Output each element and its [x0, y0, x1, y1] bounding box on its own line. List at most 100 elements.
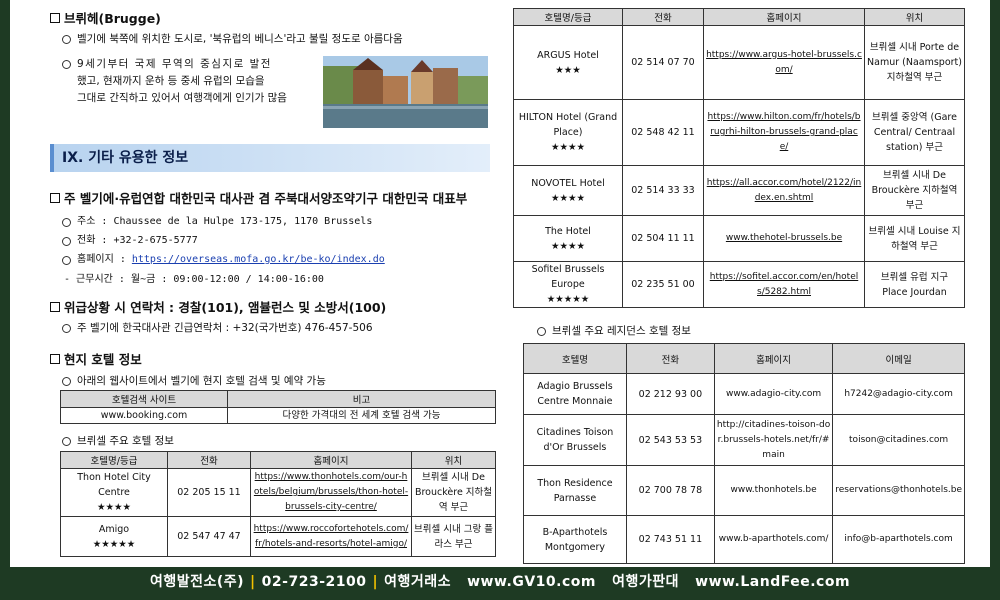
footer-site2-link[interactable]: www.LandFee.com	[695, 574, 850, 590]
emergency-heading: 위급상황 시 연락처 : 경찰(101), 앰뷸런스 및 소방서(100)	[50, 297, 386, 316]
residence-name: B-Aparthotels Montgomery	[523, 515, 627, 564]
search-note-cell: 다양한 가격대의 전 세계 호텔 검색 가능	[227, 407, 496, 424]
hotel-location: 브뤼셀 시내 그랑 플라스 부근	[411, 516, 496, 557]
embassy-heading: 주 벨기에·유럽연합 대한민국 대사관 겸 주북대서양조약기구 대한민국 대표부	[50, 188, 467, 207]
hotel-name: NOVOTEL Hotel	[531, 177, 605, 189]
hotel-homepage-link[interactable]: https://www.argus-hotel-brussels.com/	[706, 50, 862, 75]
col-header-phone: 전화	[167, 451, 251, 469]
residence-email[interactable]: reservations@thonhotels.be	[832, 465, 965, 516]
hotel-homepage-link[interactable]: https://sofitel.accor.com/en/hotels/5282…	[710, 272, 859, 297]
hotel-homepage-link[interactable]: https://www.thonhotels.com/our-hotels/be…	[254, 472, 408, 512]
table-row: Thon Residence Parnasse 02 700 78 78 www…	[523, 465, 965, 516]
table-row: ARGUS Hotel ★★★ 02 514 07 70 https://www.…	[513, 25, 965, 100]
residence-hotels-label: 브뤼셀 주요 레지던스 호텔 정보	[537, 323, 691, 339]
residence-homepage[interactable]: www.thonhotels.be	[713, 465, 834, 516]
residence-name: Citadines Toison d'Or Brussels	[523, 414, 627, 466]
hotel-name: Thon Hotel City Centre	[77, 472, 151, 498]
hotel-location: 브뤼셀 중앙역 (Gare Central/ Centraal station)…	[864, 99, 965, 166]
hotel-stars: ★★★	[555, 64, 581, 76]
bullet-circle-icon	[62, 237, 71, 246]
footer-bar: 여행발전소(주) | 02-723-2100 | 여행거래소 www.GV10.com …	[0, 567, 1000, 600]
hotel-homepage-link[interactable]: https://www.hilton.com/fr/hotels/brugrhi…	[707, 112, 860, 152]
brugge-p2c-text: 그대로 간직하고 있어서 여행객에게 인기가 많음	[77, 92, 287, 104]
hotel-location: 브뤼셀 시내 Porte de Namur (Naamsport) 지하철역 부…	[864, 25, 965, 100]
document-page: 브뤼헤(Brugge) 벨기에 북쪽에 위치한 도시로, '북유럽의 베니스'라…	[10, 0, 990, 567]
col-header-homepage: 홈페이지	[713, 343, 834, 374]
col-header-name: 호텔명	[523, 343, 627, 374]
hotel-homepage-link[interactable]: www.thehotel-brussels.be	[726, 233, 842, 243]
hotel-name: Sofitel Brussels Europe	[531, 264, 605, 290]
search-table-header-site: 호텔검색 사이트	[60, 390, 228, 408]
hotel-phone: 02 514 33 33	[622, 165, 704, 216]
residence-hotels-label-text: 브뤼셀 주요 레지던스 호텔 정보	[552, 325, 691, 337]
hotel-phone: 02 205 15 11	[167, 468, 251, 517]
table-row: HILTON Hotel (Grand Place) ★★★★ 02 548 42…	[513, 99, 965, 166]
table-row: NOVOTEL Hotel ★★★★ 02 514 33 33 https://a…	[513, 165, 965, 216]
residence-homepage[interactable]: www.adagio-city.com	[713, 373, 834, 415]
brugge-p1-text: 벨기에 북쪽에 위치한 도시로, '북유럽의 베니스'라고 불릴 정도로 아름다…	[77, 33, 403, 45]
embassy-website-link[interactable]: https://overseas.mofa.go.kr/be-ko/index.…	[132, 254, 385, 265]
bullet-circle-icon	[62, 377, 71, 386]
embassy-address: 주소 : Chaussee de la Hulpe 173-175, 1170 …	[62, 214, 372, 230]
footer-separator: |	[250, 574, 256, 590]
hotel-location: 브뤼셀 시내 Louise 지하철역 부근	[864, 215, 965, 262]
emergency-contact: 주 벨기에 한국대사관 긴급연락처 : +32(국가번호) 476-457-50…	[62, 320, 373, 336]
embassy-address-text: 주소 : Chaussee de la Hulpe 173-175, 1170 …	[77, 216, 373, 227]
residence-email[interactable]: h7242@adagio-city.com	[832, 373, 965, 415]
residence-email[interactable]: info@b-aparthotels.com	[832, 515, 965, 564]
section-title: IX. 기타 유용한 정보	[62, 150, 189, 166]
brugge-heading-text: 브뤼헤(Brugge)	[64, 11, 161, 26]
hotel-phone: 02 235 51 00	[622, 261, 704, 308]
col-header-phone: 전화	[622, 8, 704, 26]
brugge-paragraph-2: 9세기부터 국제 무역의 중심지로 발전 했고, 현재까지 운하 등 중세 유럽…	[62, 56, 317, 107]
hotel-location: 브뤼셀 유럽 지구 Place Jourdan	[864, 261, 965, 308]
hotel-stars: ★★★★	[550, 142, 586, 153]
hotel-homepage-link[interactable]: https://www.roccofortehotels.com/fr/hote…	[254, 524, 409, 549]
bullet-circle-icon	[62, 35, 71, 44]
embassy-hours: - 근무시간 : 월~금 : 09:00-12:00 / 14:00-16:00	[64, 274, 324, 285]
hotel-homepage-link[interactable]: https://all.accor.com/hotel/2122/index.e…	[707, 178, 862, 203]
emergency-contact-text: 주 벨기에 한국대사관 긴급연락처 : +32(국가번호) 476-457-50…	[77, 322, 373, 334]
footer-site1-link[interactable]: www.GV10.com	[467, 574, 596, 590]
right-column: 호텔명/등급 전화 홈페이지 위치 ARGUS Hotel ★★★ 02 514 …	[513, 0, 965, 567]
col-header-location: 위치	[411, 451, 496, 469]
table-row: Amigo ★★★★★ 02 547 47 47 https://www.rocc…	[60, 516, 496, 557]
checkbox-icon	[50, 353, 60, 364]
main-hotels-label-text: 브뤼셀 주요 호텔 정보	[77, 435, 174, 447]
left-column: 브뤼헤(Brugge) 벨기에 북쪽에 위치한 도시로, '북유럽의 베니스'라…	[50, 0, 500, 567]
hotel-stars: ★★★★	[550, 192, 586, 204]
table-row: www.booking.com 다양한 가격대의 전 세계 호텔 검색 가능	[60, 407, 496, 424]
residence-phone: 02 743 51 11	[625, 515, 715, 564]
col-header-name: 호텔명/등급	[60, 451, 168, 469]
hotel-name: HILTON Hotel (Grand Place)	[518, 112, 618, 138]
col-header-email: 이메일	[832, 343, 965, 374]
residence-email[interactable]: toison@citadines.com	[832, 414, 965, 466]
main-hotels-table-left: 호텔명/등급 전화 홈페이지 위치 Thon Hotel City Centre…	[60, 451, 496, 557]
table-row: Citadines Toison d'Or Brussels 02 543 53…	[523, 414, 965, 466]
bullet-circle-icon	[62, 324, 71, 333]
residence-phone: 02 543 53 53	[625, 414, 715, 466]
residence-homepage[interactable]: http://citadines-toison-dor.brussels-hot…	[713, 414, 834, 466]
hotel-phone: 02 504 11 11	[622, 215, 704, 262]
residence-homepage[interactable]: www.b-aparthotels.com/	[713, 515, 834, 564]
main-hotels-label: 브뤼셀 주요 호텔 정보	[62, 433, 174, 449]
table-row: B-Aparthotels Montgomery 02 743 51 11 ww…	[523, 515, 965, 564]
table-row: Thon Hotel City Centre ★★★★ 02 205 15 11 …	[60, 468, 496, 517]
table-row: Sofitel Brussels Europe ★★★★★ 02 235 51 0…	[513, 261, 965, 308]
hotel-stars: ★★★★	[550, 240, 586, 252]
embassy-phone-text: 전화 : +32-2-675-5777	[77, 235, 198, 246]
residence-phone: 02 700 78 78	[625, 465, 715, 516]
hotel-search-table: 호텔검색 사이트 비고 www.booking.com 다양한 가격대의 전 세…	[60, 390, 496, 424]
footer-separator: |	[372, 574, 379, 590]
hotel-name: The Hotel	[545, 225, 591, 237]
hotel-name: ARGUS Hotel	[537, 49, 599, 61]
hotel-stars: ★★★★	[96, 502, 132, 513]
search-site-cell[interactable]: www.booking.com	[60, 407, 228, 424]
embassy-website: 홈페이지 : https://overseas.mofa.go.kr/be-ko…	[62, 252, 385, 268]
residence-name: Adagio Brussels Centre Monnaie	[523, 373, 627, 415]
hotels-heading: 현지 호텔 정보	[50, 349, 142, 368]
hotel-name: Amigo	[98, 523, 130, 535]
hotels-intro-text: 아래의 웹사이트에서 벨기에 현지 호텔 검색 및 예약 가능	[77, 375, 326, 387]
footer-company: 여행발전소(주)	[149, 574, 245, 590]
brugge-heading: 브뤼헤(Brugge)	[50, 8, 161, 27]
